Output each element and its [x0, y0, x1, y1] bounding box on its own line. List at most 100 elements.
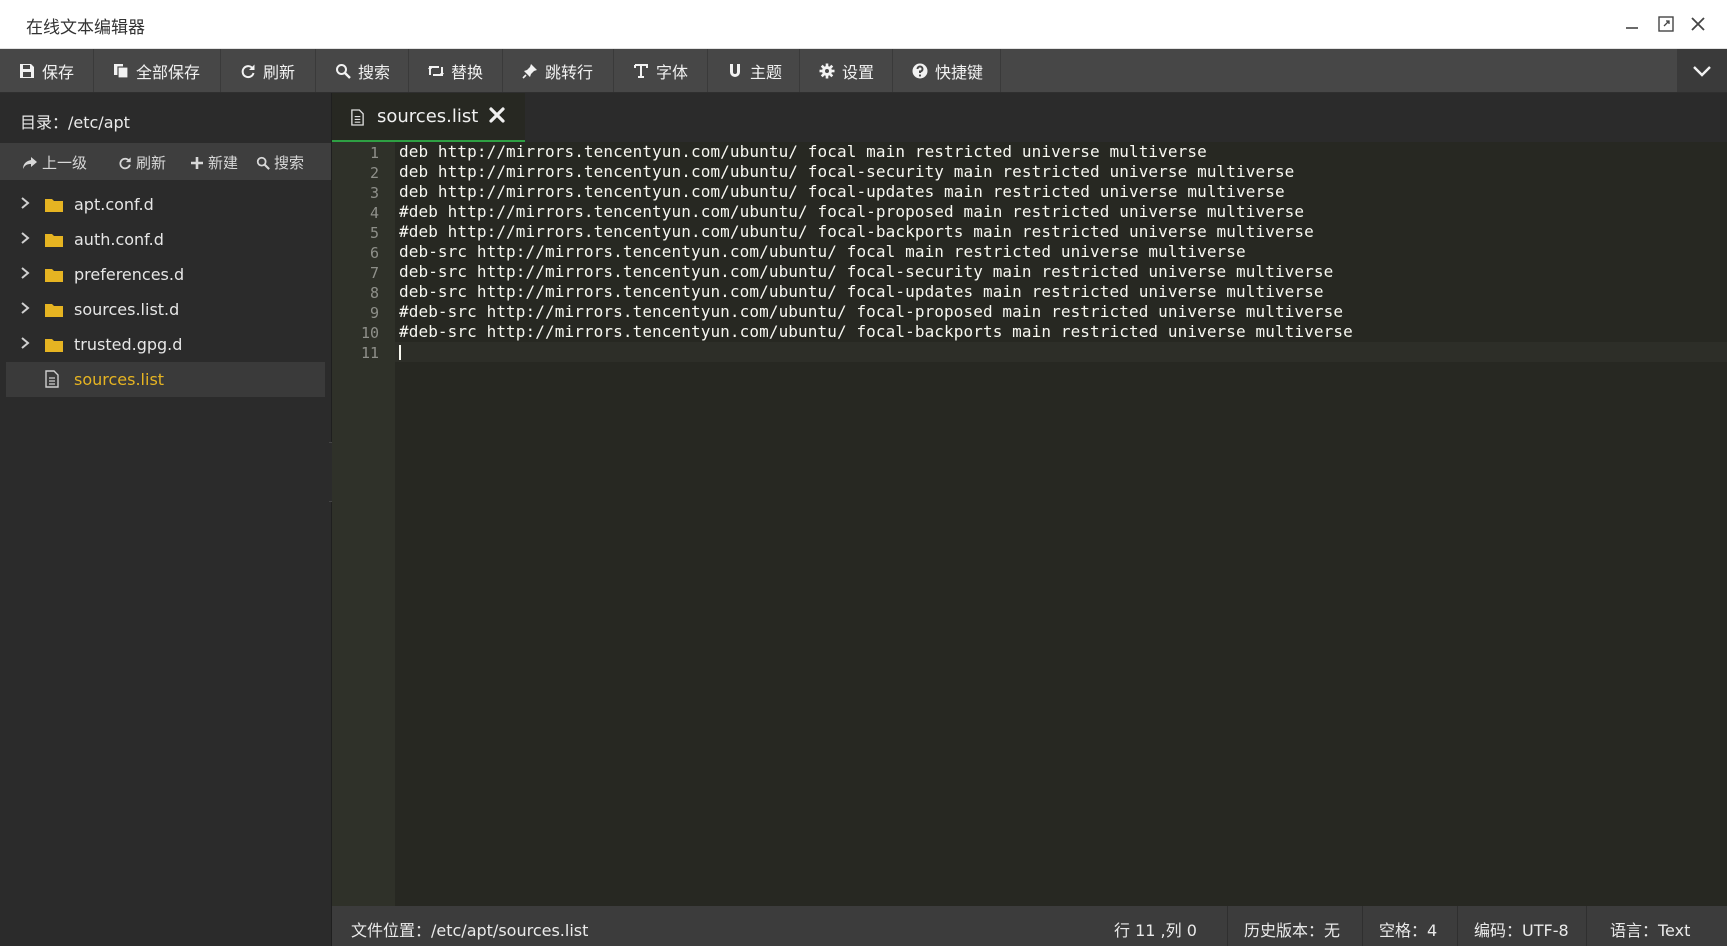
shortcuts-button[interactable]: 快捷键 [893, 49, 1001, 92]
replace-label: 替换 [451, 62, 484, 82]
refresh-icon [239, 62, 257, 80]
line-number: 4 [369, 204, 379, 222]
shortcuts-label: 快捷键 [935, 62, 984, 82]
tree-folder-auth-conf-d[interactable]: auth.conf.d [0, 222, 331, 257]
code-editor[interactable]: 1 2 3 4 5 6 7 8 9 10 11 deb http://mirro… [332, 142, 1727, 906]
replace-button[interactable]: 替换 [409, 49, 503, 92]
search-icon [256, 156, 270, 170]
current-directory: 目录：/etc/apt [20, 113, 130, 132]
folder-icon [45, 234, 63, 247]
save-button[interactable]: 保存 [0, 49, 94, 92]
tree-folder-apt-conf-d[interactable]: apt.conf.d [0, 187, 331, 222]
maximize-button[interactable] [1652, 10, 1680, 38]
line-number: 1 [369, 144, 379, 162]
tree-item-label: trusted.gpg.d [74, 335, 183, 354]
tree-folder-trusted-gpg-d[interactable]: trusted.gpg.d [0, 327, 331, 362]
save-label: 保存 [42, 62, 75, 82]
sidebar-refresh-label: 刷新 [136, 154, 167, 172]
sidebar-search-button[interactable]: 搜索 [256, 152, 304, 173]
file-location: 文件位置：/etc/apt/sources.list [351, 921, 589, 940]
folder-icon [45, 269, 63, 282]
up-level-label: 上一级 [42, 154, 88, 172]
line-number: 9 [369, 304, 379, 322]
line-number: 10 [360, 324, 379, 342]
line-number: 5 [369, 224, 379, 242]
goto-line-button[interactable]: 跳转行 [503, 49, 614, 92]
history-version[interactable]: 历史版本：无 [1244, 917, 1340, 941]
search-button[interactable]: 搜索 [316, 49, 409, 92]
chevron-right-icon [21, 197, 30, 209]
code-line[interactable]: deb-src http://mirrors.tencentyun.com/ub… [399, 282, 1324, 302]
chevron-right-icon [21, 302, 30, 314]
code-line[interactable]: #deb-src http://mirrors.tencentyun.com/u… [399, 302, 1343, 322]
thumbtack-icon [521, 62, 539, 80]
toolbar: 保存 全部保存 刷新 搜索 替换 跳转行 字体 主题 设置 快捷键 [0, 49, 1727, 93]
code-line[interactable]: #deb http://mirrors.tencentyun.com/ubunt… [399, 222, 1314, 242]
window-title: 在线文本编辑器 [26, 18, 145, 38]
new-file-label: 新建 [208, 154, 239, 172]
theme-button[interactable]: 主题 [708, 49, 800, 92]
plus-icon [191, 156, 203, 169]
tree-item-label: apt.conf.d [74, 195, 154, 214]
status-divider [1362, 906, 1363, 946]
tab-sources-list[interactable]: sources.list [332, 93, 525, 142]
indent-setting[interactable]: 空格：4 [1379, 917, 1437, 941]
sidebar-search-label: 搜索 [274, 154, 305, 172]
status-bar: 文件位置：/etc/apt/sources.list 行 11 ,列 0 历史版… [332, 906, 1727, 946]
tree-folder-sources-list-d[interactable]: sources.list.d [0, 292, 331, 327]
code-line[interactable]: #deb http://mirrors.tencentyun.com/ubunt… [399, 202, 1304, 222]
code-line[interactable]: deb http://mirrors.tencentyun.com/ubuntu… [399, 142, 1207, 162]
tree-item-label: sources.list.d [74, 300, 180, 319]
chevron-right-icon [21, 337, 30, 349]
status-divider [1227, 906, 1228, 946]
settings-button[interactable]: 设置 [800, 49, 893, 92]
up-level-button[interactable]: 上一级 [22, 152, 87, 173]
language-setting[interactable]: 语言：Text [1610, 917, 1690, 941]
save-all-button[interactable]: 全部保存 [94, 49, 221, 92]
line-number: 2 [369, 164, 379, 182]
code-line[interactable]: #deb-src http://mirrors.tencentyun.com/u… [399, 322, 1353, 342]
new-file-button[interactable]: 新建 [190, 152, 238, 173]
tab-close-button[interactable] [488, 106, 506, 128]
search-label: 搜索 [358, 62, 391, 82]
line-number-gutter: 1 2 3 4 5 6 7 8 9 10 11 [332, 142, 395, 906]
status-divider [1586, 906, 1587, 946]
encoding-setting[interactable]: 编码：UTF-8 [1474, 917, 1569, 941]
sidebar-refresh-button[interactable]: 刷新 [118, 152, 166, 173]
tree-folder-preferences-d[interactable]: preferences.d [0, 257, 331, 292]
folder-icon [45, 304, 63, 317]
folder-icon [45, 199, 63, 212]
goto-line-label: 跳转行 [545, 62, 594, 82]
search-icon [334, 62, 352, 80]
file-tree: apt.conf.d auth.conf.d preferences.d sou… [0, 187, 331, 397]
code-line[interactable]: deb http://mirrors.tencentyun.com/ubuntu… [399, 182, 1285, 202]
code-line[interactable]: deb-src http://mirrors.tencentyun.com/ub… [399, 262, 1333, 282]
close-icon [1691, 17, 1705, 31]
theme-label: 主题 [750, 62, 783, 82]
font-label: 字体 [656, 62, 689, 82]
settings-label: 设置 [842, 62, 875, 82]
cursor-position: 行 11 ,列 0 [1114, 921, 1197, 940]
toolbar-expand-button[interactable] [1677, 49, 1727, 92]
status-divider [1457, 906, 1458, 946]
font-button[interactable]: 字体 [614, 49, 708, 92]
file-text-icon [45, 370, 59, 388]
close-window-button[interactable] [1684, 10, 1712, 38]
minimize-icon [1626, 27, 1638, 29]
refresh-label: 刷新 [263, 62, 296, 82]
tree-item-label: sources.list [74, 370, 165, 389]
minimize-button[interactable] [1618, 10, 1646, 38]
tree-file-sources-list[interactable]: sources.list [6, 362, 325, 397]
save-all-label: 全部保存 [136, 62, 201, 82]
line-number: 6 [369, 244, 379, 262]
editor-tab-bar: sources.list [332, 93, 1727, 142]
tree-item-label: preferences.d [74, 265, 185, 284]
question-circle-icon [911, 62, 929, 80]
refresh-icon [119, 156, 131, 169]
text-height-icon [632, 62, 650, 80]
refresh-button[interactable]: 刷新 [221, 49, 316, 92]
code-line[interactable]: deb http://mirrors.tencentyun.com/ubuntu… [399, 162, 1294, 182]
chevron-down-icon [1693, 65, 1711, 77]
maximize-icon [1658, 16, 1674, 32]
code-line[interactable]: deb-src http://mirrors.tencentyun.com/ub… [399, 242, 1246, 262]
